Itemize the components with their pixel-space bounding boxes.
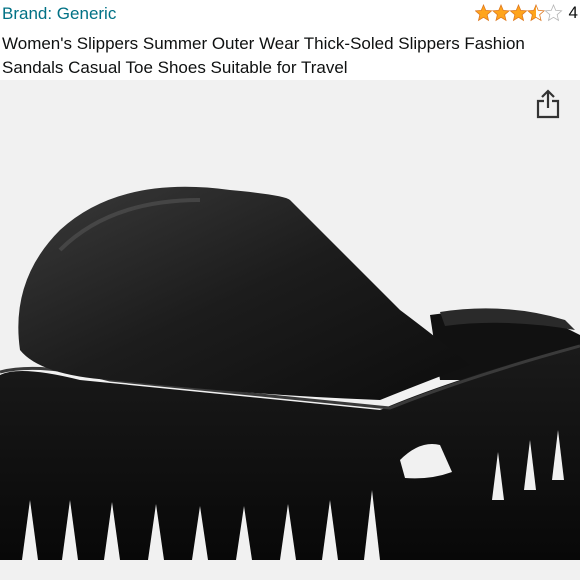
brand-link[interactable]: Brand: Generic — [2, 4, 116, 24]
share-button[interactable] — [530, 86, 566, 122]
stars-icon — [474, 4, 563, 22]
star-3 — [508, 4, 528, 22]
star-2 — [491, 4, 510, 22]
slipper-upper — [18, 186, 470, 400]
star-1 — [474, 4, 493, 22]
star-5 — [543, 4, 563, 22]
rating-count[interactable]: 4 — [569, 3, 578, 23]
product-title: Women's Slippers Summer Outer Wear Thick… — [2, 34, 525, 77]
rating-summary[interactable]: 4 — [474, 3, 578, 23]
star-4 — [526, 4, 545, 22]
share-icon — [536, 89, 560, 119]
star-rating — [474, 4, 563, 22]
product-header: Brand: Generic 4 Women's Slippers Summer… — [0, 0, 580, 80]
product-image[interactable] — [0, 80, 580, 580]
